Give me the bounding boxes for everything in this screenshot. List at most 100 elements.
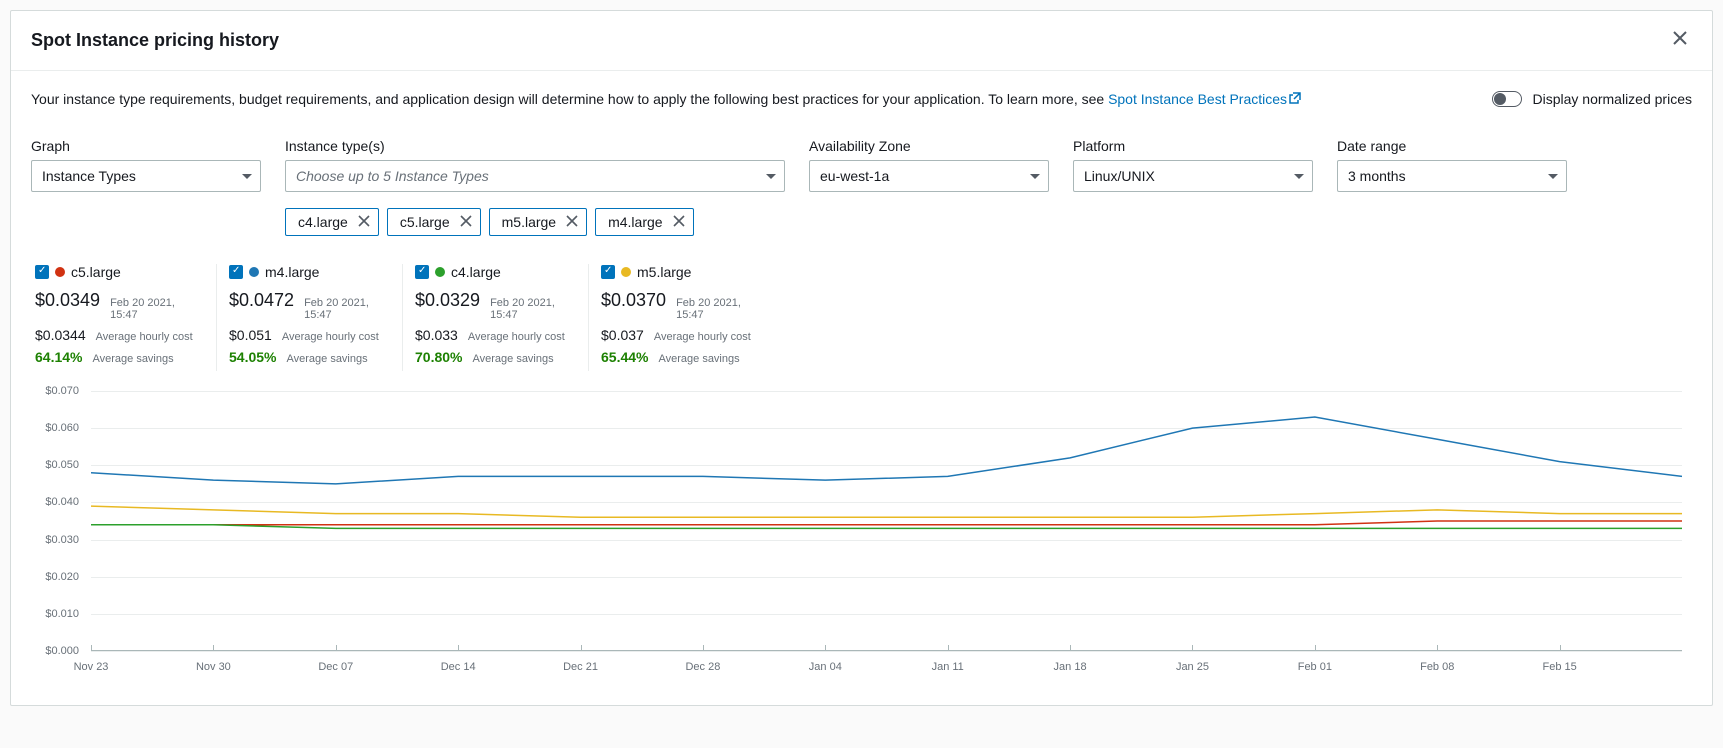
page-title: Spot Instance pricing history: [31, 30, 279, 51]
instance-types-control: Instance type(s) Choose up to 5 Instance…: [285, 138, 785, 236]
normalized-prices-toggle-wrap: Display normalized prices: [1492, 89, 1692, 107]
avg-savings: 70.80%: [415, 349, 462, 365]
chevron-down-icon: [1030, 174, 1040, 179]
close-button[interactable]: [1668, 25, 1692, 56]
avg-savings: 65.44%: [601, 349, 648, 365]
x-tick-label: Dec 14: [441, 661, 476, 673]
y-tick-label: $0.070: [45, 385, 79, 397]
remove-chip-button[interactable]: [673, 214, 685, 230]
remove-chip-button[interactable]: [460, 214, 472, 230]
chevron-down-icon: [1294, 174, 1304, 179]
series-line: [91, 417, 1682, 484]
y-tick-label: $0.010: [45, 608, 79, 620]
avg-hourly-cost: $0.051: [229, 327, 272, 343]
intro-row: Your instance type requirements, budget …: [31, 89, 1692, 110]
chip-label: m4.large: [608, 214, 662, 230]
chip-label: c4.large: [298, 214, 348, 230]
avg-hourly-cost: $0.033: [415, 327, 458, 343]
platform-select-value: Linux/UNIX: [1084, 168, 1155, 184]
instance-types-label: Instance type(s): [285, 138, 785, 154]
avg-hourly-cost-label: Average hourly cost: [468, 331, 565, 343]
date-range-select-value: 3 months: [1348, 168, 1406, 184]
x-tick-label: Jan 18: [1054, 661, 1087, 673]
series-line: [91, 506, 1682, 517]
instance-chip: c5.large: [387, 208, 481, 236]
close-icon: [566, 215, 578, 227]
current-price: $0.0370: [601, 290, 666, 311]
series-line: [91, 521, 1682, 525]
current-price: $0.0472: [229, 290, 294, 311]
x-tick-label: Jan 11: [932, 661, 964, 673]
toggle-knob: [1494, 93, 1506, 105]
y-tick-label: $0.020: [45, 571, 79, 583]
instance-chip: m5.large: [489, 208, 587, 236]
x-tick-label: Nov 23: [74, 661, 109, 673]
avg-savings-label: Average savings: [92, 353, 173, 365]
series-checkbox[interactable]: [35, 265, 49, 279]
x-tick-label: Dec 07: [318, 661, 353, 673]
best-practices-link[interactable]: Spot Instance Best Practices: [1108, 91, 1301, 107]
series-checkbox[interactable]: [601, 265, 615, 279]
summary-card: m5.large$0.0370Feb 20 2021, 15:47$0.037A…: [589, 264, 775, 371]
az-control: Availability Zone eu-west-1a: [809, 138, 1049, 192]
x-tick-label: Dec 21: [563, 661, 598, 673]
chart-lines: [91, 391, 1682, 651]
panel-body: Your instance type requirements, budget …: [11, 71, 1712, 705]
graph-label: Graph: [31, 138, 261, 154]
toggle-label: Display normalized prices: [1532, 91, 1692, 107]
series-name: c5.large: [71, 264, 121, 280]
normalized-prices-toggle[interactable]: [1492, 91, 1522, 107]
date-range-control: Date range 3 months: [1337, 138, 1567, 192]
summary-cards: c5.large$0.0349Feb 20 2021, 15:47$0.0344…: [31, 264, 1692, 371]
platform-label: Platform: [1073, 138, 1313, 154]
link-text: Spot Instance Best Practices: [1108, 91, 1287, 107]
date-range-select[interactable]: 3 months: [1337, 160, 1567, 192]
chevron-down-icon: [242, 174, 252, 179]
close-icon: [1672, 30, 1688, 46]
close-icon: [460, 215, 472, 227]
pricing-history-panel: Spot Instance pricing history Your insta…: [10, 10, 1713, 706]
graph-select-value: Instance Types: [42, 168, 136, 184]
graph-select[interactable]: Instance Types: [31, 160, 261, 192]
summary-card: c4.large$0.0329Feb 20 2021, 15:47$0.033A…: [403, 264, 589, 371]
y-tick-label: $0.000: [45, 645, 79, 657]
x-tick-label: Dec 28: [685, 661, 720, 673]
platform-select[interactable]: Linux/UNIX: [1073, 160, 1313, 192]
instance-types-placeholder: Choose up to 5 Instance Types: [296, 168, 489, 184]
az-select[interactable]: eu-west-1a: [809, 160, 1049, 192]
remove-chip-button[interactable]: [358, 214, 370, 230]
y-tick-label: $0.040: [45, 496, 79, 508]
avg-hourly-cost-label: Average hourly cost: [282, 331, 379, 343]
avg-savings-label: Average savings: [472, 353, 553, 365]
series-color-dot: [435, 267, 445, 277]
chip-label: c5.large: [400, 214, 450, 230]
price-timestamp: Feb 20 2021, 15:47: [676, 297, 763, 321]
chip-label: m5.large: [502, 214, 556, 230]
chart-x-axis: Nov 23Nov 30Dec 07Dec 14Dec 21Dec 28Jan …: [91, 661, 1682, 681]
close-icon: [358, 215, 370, 227]
x-tick-label: Feb 01: [1298, 661, 1332, 673]
avg-hourly-cost: $0.037: [601, 327, 644, 343]
series-checkbox[interactable]: [415, 265, 429, 279]
x-tick-label: Feb 15: [1542, 661, 1576, 673]
remove-chip-button[interactable]: [566, 214, 578, 230]
intro-prefix: Your instance type requirements, budget …: [31, 91, 1108, 107]
series-name: m4.large: [265, 264, 319, 280]
series-checkbox[interactable]: [229, 265, 243, 279]
graph-control: Graph Instance Types: [31, 138, 261, 192]
avg-savings-label: Average savings: [658, 353, 739, 365]
current-price: $0.0349: [35, 290, 100, 311]
series-color-dot: [55, 267, 65, 277]
current-price: $0.0329: [415, 290, 480, 311]
intro-text: Your instance type requirements, budget …: [31, 89, 1452, 110]
close-icon: [673, 215, 685, 227]
external-link-icon: [1289, 89, 1301, 110]
chart-plot-area: [91, 391, 1682, 651]
controls-row: Graph Instance Types Instance type(s) Ch…: [31, 138, 1692, 236]
chevron-down-icon: [1548, 174, 1558, 179]
panel-header: Spot Instance pricing history: [11, 11, 1712, 71]
summary-card: m4.large$0.0472Feb 20 2021, 15:47$0.051A…: [217, 264, 403, 371]
gridline: [91, 651, 1682, 652]
x-tick-label: Jan 04: [809, 661, 842, 673]
instance-types-select[interactable]: Choose up to 5 Instance Types: [285, 160, 785, 192]
